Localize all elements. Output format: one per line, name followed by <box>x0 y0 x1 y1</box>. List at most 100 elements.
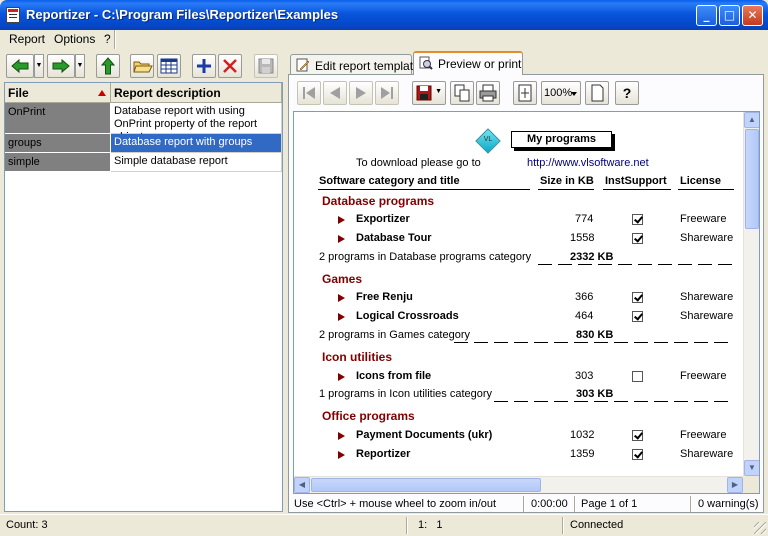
back-dropdown[interactable]: ▼ <box>34 54 44 78</box>
fit-page-button[interactable] <box>513 81 537 105</box>
first-page-icon <box>303 87 315 99</box>
menu-report[interactable]: Report <box>9 32 45 46</box>
grid-header: File Report description <box>5 83 282 103</box>
page-icon <box>591 84 604 102</box>
bullet-arrow-icon <box>338 313 345 321</box>
warnings-count: 0 warning(s) <box>698 498 759 510</box>
website-link[interactable]: http://www.vlsoftware.net <box>527 157 649 169</box>
first-page-button[interactable] <box>297 81 321 105</box>
fit-page-icon <box>518 84 532 102</box>
forward-arrow-icon <box>52 58 70 74</box>
whole-page-button[interactable] <box>585 81 609 105</box>
vertical-scroll-thumb[interactable] <box>745 129 759 229</box>
menu-options[interactable]: Options <box>54 32 95 46</box>
add-icon <box>197 59 211 73</box>
preview-tab-page: ▼ 100% ? VL My programs To download plea… <box>288 74 764 513</box>
program-size: 303 <box>575 370 594 382</box>
back-button[interactable] <box>6 54 34 78</box>
delete-button[interactable] <box>218 54 242 78</box>
preview-magnifier-icon <box>419 56 433 70</box>
status-separator <box>574 496 576 512</box>
bullet-arrow-icon <box>338 294 345 302</box>
left-toolbar: ▼ ▼ <box>4 52 282 82</box>
record-count: Count: 3 <box>6 519 48 531</box>
scroll-right-icon[interactable]: ▶ <box>727 477 743 493</box>
cell-file: simple <box>5 153 111 172</box>
column-header-description[interactable]: Report description <box>111 83 282 103</box>
menu-help[interactable]: ? <box>104 32 111 46</box>
summary-dashes <box>538 264 734 265</box>
help-icon: ? <box>622 85 632 101</box>
copy-button[interactable] <box>450 81 474 105</box>
menu-bar: Report Options ? <box>0 30 768 49</box>
close-button[interactable]: ✕ <box>742 5 763 26</box>
forward-dropdown[interactable]: ▼ <box>75 54 85 78</box>
scroll-down-icon[interactable]: ▼ <box>744 460 759 476</box>
save-button[interactable] <box>254 54 278 78</box>
tab-preview-or-print[interactable]: Preview or print <box>413 51 523 75</box>
maximize-button[interactable]: □ <box>719 5 740 26</box>
column-header-file-label: File <box>8 86 29 100</box>
last-page-button[interactable] <box>375 81 399 105</box>
program-title: Payment Documents (ukr) <box>356 429 493 441</box>
connection-status: Connected <box>570 519 624 531</box>
status-bar: Count: 3 1: 1 Connected <box>0 514 768 536</box>
help-button[interactable]: ? <box>615 81 639 105</box>
program-size: 464 <box>575 310 594 322</box>
program-license: Shareware <box>680 291 734 303</box>
table-row[interactable]: simple Simple database report <box>5 153 282 172</box>
program-title: Free Renju <box>356 291 413 303</box>
back-arrow-icon <box>11 58 29 74</box>
export-button[interactable]: ▼ <box>412 81 446 105</box>
cell-file: groups <box>5 134 111 153</box>
report-page: VL My programs To download please go to … <box>294 112 743 476</box>
minimize-button[interactable]: _ <box>696 5 717 26</box>
cell-description: Simple database report <box>111 153 282 172</box>
scroll-up-icon[interactable]: ▲ <box>744 112 759 128</box>
header-size: Size in KB <box>540 175 594 187</box>
horizontal-scroll-thumb[interactable] <box>311 478 541 492</box>
category-summary: 1 programs in Icon utilities category <box>319 388 493 400</box>
edit-template-icon <box>296 58 310 72</box>
summary-dashes <box>454 342 734 343</box>
preview-toolbar: ▼ 100% ? <box>295 79 755 109</box>
print-button[interactable] <box>476 81 500 105</box>
printer-icon <box>479 84 497 102</box>
grid-view-icon <box>160 58 178 74</box>
grid-view-button[interactable] <box>157 54 181 78</box>
table-row[interactable]: OnPrint Database report with using OnPri… <box>5 103 282 143</box>
right-panel: Edit report template Preview or print ▼ <box>287 50 764 513</box>
open-button[interactable] <box>130 54 154 78</box>
forward-button[interactable] <box>47 54 75 78</box>
status-separator <box>562 517 564 534</box>
up-button[interactable] <box>96 54 120 78</box>
bullet-arrow-icon <box>338 451 345 459</box>
previous-page-icon <box>330 87 340 99</box>
summary-dashes <box>494 401 734 402</box>
zoom-select[interactable]: 100% <box>541 81 581 105</box>
add-button[interactable] <box>192 54 216 78</box>
render-time: 0:00:00 <box>531 498 568 510</box>
sort-ascending-icon <box>98 90 106 96</box>
reports-grid[interactable]: File Report description OnPrint Database… <box>4 82 283 512</box>
horizontal-scrollbar[interactable]: ◀ ▶ <box>294 476 743 493</box>
tab-edit-report-template[interactable]: Edit report template <box>290 54 420 74</box>
header-underline <box>603 189 671 190</box>
tab-edit-label: Edit report template <box>315 59 420 73</box>
zoom-hint: Use <Ctrl> + mouse wheel to zoom in/out <box>294 498 497 510</box>
program-size: 1558 <box>570 232 595 244</box>
instsupport-checkbox <box>632 292 643 303</box>
vertical-scrollbar[interactable]: ▲ ▼ <box>743 112 759 476</box>
previous-page-button[interactable] <box>323 81 347 105</box>
program-license: Freeware <box>680 429 727 441</box>
table-row[interactable]: groups Database report with groups <box>5 134 282 153</box>
header-underline <box>678 189 734 190</box>
column-header-file[interactable]: File <box>5 83 111 103</box>
window-title: Reportizer - C:\Program Files\Reportizer… <box>26 7 339 22</box>
report-preview[interactable]: VL My programs To download please go to … <box>293 111 760 494</box>
program-title: Exportizer <box>356 213 410 225</box>
scroll-left-icon[interactable]: ◀ <box>294 477 310 493</box>
next-page-button[interactable] <box>349 81 373 105</box>
resize-grip-icon[interactable] <box>754 522 766 534</box>
program-size: 774 <box>575 213 594 225</box>
